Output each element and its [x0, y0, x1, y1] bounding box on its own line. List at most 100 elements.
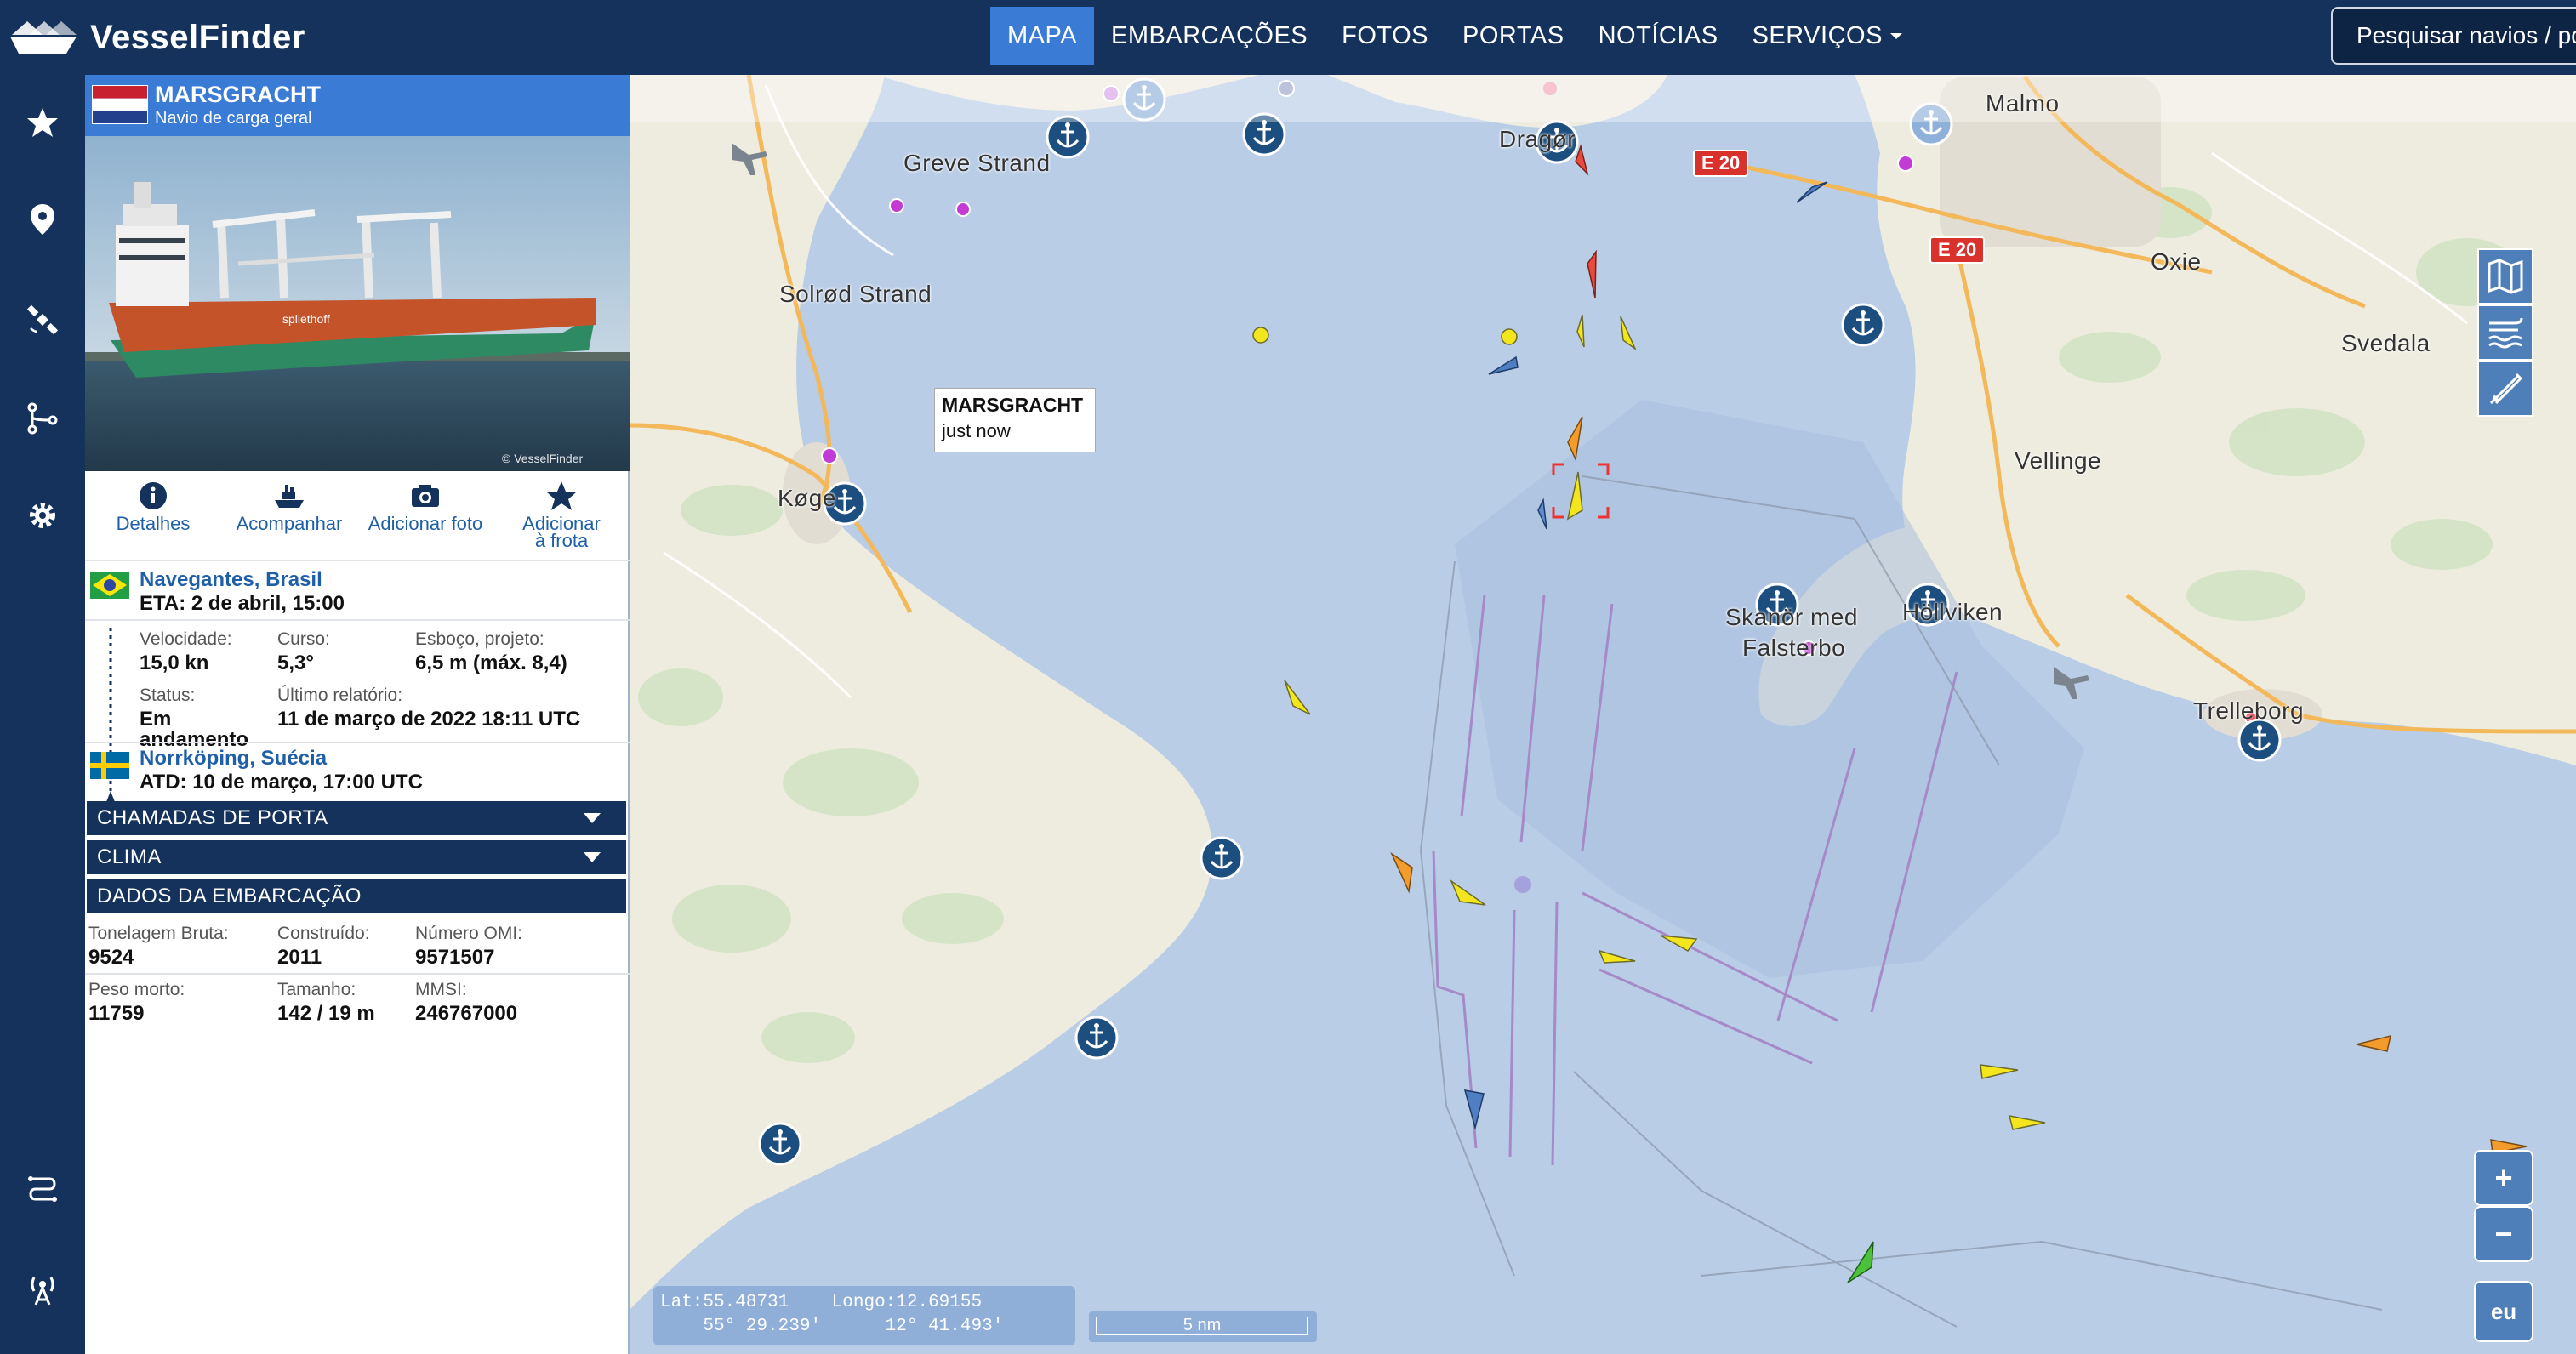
vessel-type: Navio de carga geral: [155, 109, 312, 128]
compass-ruler-icon: [2489, 373, 2523, 405]
add-to-fleet-button[interactable]: Adicionar à frota: [493, 480, 630, 556]
region-eu-button[interactable]: eu: [2474, 1281, 2533, 1342]
nav-photos[interactable]: FOTOS: [1325, 7, 1445, 65]
netherlands-flag-icon: [92, 85, 148, 124]
gross-tonnage-value: 9524: [88, 946, 134, 969]
vesselfinder-logo[interactable]: VesselFinder: [7, 12, 305, 63]
track-button[interactable]: Acompanhar: [221, 480, 357, 556]
star-icon: [546, 481, 577, 510]
lon-dms: 12° 41.493′: [885, 1317, 1004, 1336]
departure-port[interactable]: Norrköping, Suécia: [140, 747, 327, 771]
last-report-value: 11 de março de 2022 18:11 UTC: [277, 708, 581, 731]
nav-services[interactable]: SERVIÇOS: [1735, 7, 1922, 65]
top-navigation-bar: VesselFinder MAPA EMBARCAÇÕES FOTOS PORT…: [0, 0, 2576, 75]
satellite-icon[interactable]: [26, 303, 60, 337]
vessel-header: MARSGRACHT Navio de carga geral: [85, 75, 630, 136]
route-branch-icon[interactable]: [26, 401, 60, 435]
details-label: Detalhes: [116, 513, 191, 534]
vessel-data-section[interactable]: DADOS DA EMBARCAÇÃO: [87, 879, 626, 913]
camera-icon: [412, 485, 439, 507]
zoom-in-button[interactable]: +: [2474, 1150, 2533, 1206]
photo-watermark: © VesselFinder: [502, 452, 583, 465]
eta-value: ETA: 2 de abril, 15:00: [140, 592, 345, 615]
map-top-fade: [630, 75, 2576, 122]
add-photo-button[interactable]: Adicionar foto: [357, 480, 493, 556]
nav-ports[interactable]: PORTAS: [1445, 7, 1582, 65]
label-koge: Køge: [778, 485, 836, 511]
label-dragor: Dragør: [1499, 126, 1576, 152]
search-placeholder: Pesquisar navios / portos: [2357, 22, 2576, 48]
sweden-flag-icon: [90, 752, 129, 779]
settings-gear-icon[interactable]: [26, 498, 60, 532]
deadweight-value: 11759: [88, 1002, 145, 1025]
weather-section[interactable]: CLIMA: [87, 840, 626, 874]
road-badge-e20: E 20: [1693, 150, 1749, 177]
built-label: Construído:: [277, 924, 370, 943]
info-icon: [140, 482, 167, 509]
popup-timestamp: just now: [942, 420, 1011, 441]
voyage-progress-line: [105, 628, 117, 806]
details-button[interactable]: Detalhes: [85, 480, 221, 556]
label-svedala: Svedala: [2341, 330, 2431, 356]
lat-decimal: Lat:55.48731: [660, 1293, 789, 1312]
speed-value: 15,0 kn: [140, 651, 209, 674]
caret-down-icon: [584, 813, 601, 823]
weather-layer-button[interactable]: [2477, 304, 2533, 361]
atd-value: ATD: 10 de março, 17:00 UTC: [140, 771, 423, 794]
caret-down-icon: [1889, 33, 1902, 39]
ship-icon: [275, 485, 304, 508]
status-label: Status:: [140, 686, 196, 705]
wind-waves-icon: [2488, 317, 2523, 349]
mmsi-value: 246767000: [415, 1002, 518, 1025]
imo-label: Número OMI:: [415, 924, 523, 943]
imo-value: 9571507: [415, 946, 495, 969]
weather-title: CLIMA: [97, 845, 162, 868]
label-solrod-strand: Solrød Strand: [779, 281, 932, 307]
vessel-popup[interactable]: MARSGRACHT just now: [934, 388, 1096, 452]
brazil-flag-icon: [90, 572, 129, 599]
lon-decimal: Longo:12.69155: [831, 1293, 983, 1312]
destination-port[interactable]: Navegantes, Brasil: [140, 568, 322, 592]
lat-dms: 55° 29.239′: [703, 1317, 822, 1336]
built-value: 2011: [277, 946, 322, 969]
port-calls-section[interactable]: CHAMADAS DE PORTA: [87, 801, 626, 835]
course-value: 5,3°: [277, 651, 314, 674]
search-box[interactable]: Pesquisar navios / portos: [2331, 7, 2576, 65]
main-nav: MAPA EMBARCAÇÕES FOTOS PORTAS NOTÍCIAS S…: [990, 7, 1922, 65]
map-layers-button[interactable]: [2477, 248, 2533, 304]
divider: [85, 742, 630, 743]
draught-label: Esboço, projeto:: [415, 629, 544, 649]
scale-value: 5 nm: [1096, 1317, 1308, 1335]
track-label: Acompanhar: [236, 513, 343, 534]
divider: [85, 560, 630, 561]
star-icon[interactable]: [26, 105, 60, 139]
label-trelleborg: Trelleborg: [2193, 697, 2305, 724]
popup-vessel-name: MARSGRACHT: [942, 394, 1084, 416]
coordinates-readout: Lat:55.48731 Longo:12.69155 55° 29.239′ …: [653, 1286, 1075, 1345]
zoom-out-button[interactable]: −: [2474, 1206, 2533, 1262]
last-report-label: Último relatório:: [277, 686, 403, 705]
nav-vessels[interactable]: EMBARCAÇÕES: [1094, 7, 1325, 65]
label-vellinge: Vellinge: [2015, 447, 2102, 474]
vessel-photo[interactable]: spliethoff © VesselFinder: [85, 136, 630, 471]
routes-icon[interactable]: [26, 1172, 60, 1206]
vessel-name: MARSGRACHT: [155, 82, 321, 107]
caret-down-icon: [584, 852, 601, 862]
size-label: Tamanho:: [277, 980, 356, 999]
antenna-icon[interactable]: [26, 1272, 60, 1306]
draught-value: 6,5 m (máx. 8,4): [415, 651, 567, 674]
deadweight-label: Peso morto:: [88, 980, 185, 999]
nav-services-label: SERVIÇOS: [1752, 21, 1883, 49]
location-pin-icon[interactable]: [26, 202, 60, 236]
label-malmo: Malmo: [1986, 90, 2060, 117]
course-label: Curso:: [277, 629, 330, 649]
nav-news[interactable]: NOTÍCIAS: [1582, 7, 1735, 65]
nav-map[interactable]: MAPA: [990, 7, 1095, 65]
speed-label: Velocidade:: [140, 629, 232, 649]
gross-tonnage-label: Tonelagem Bruta:: [88, 924, 229, 943]
brand-name: VesselFinder: [90, 18, 305, 56]
add-photo-label: Adicionar foto: [368, 513, 483, 534]
hull-lettering: spliethoff: [282, 312, 330, 326]
measure-tool-button[interactable]: [2477, 361, 2533, 417]
road-badge-e20: E 20: [1929, 236, 1986, 264]
